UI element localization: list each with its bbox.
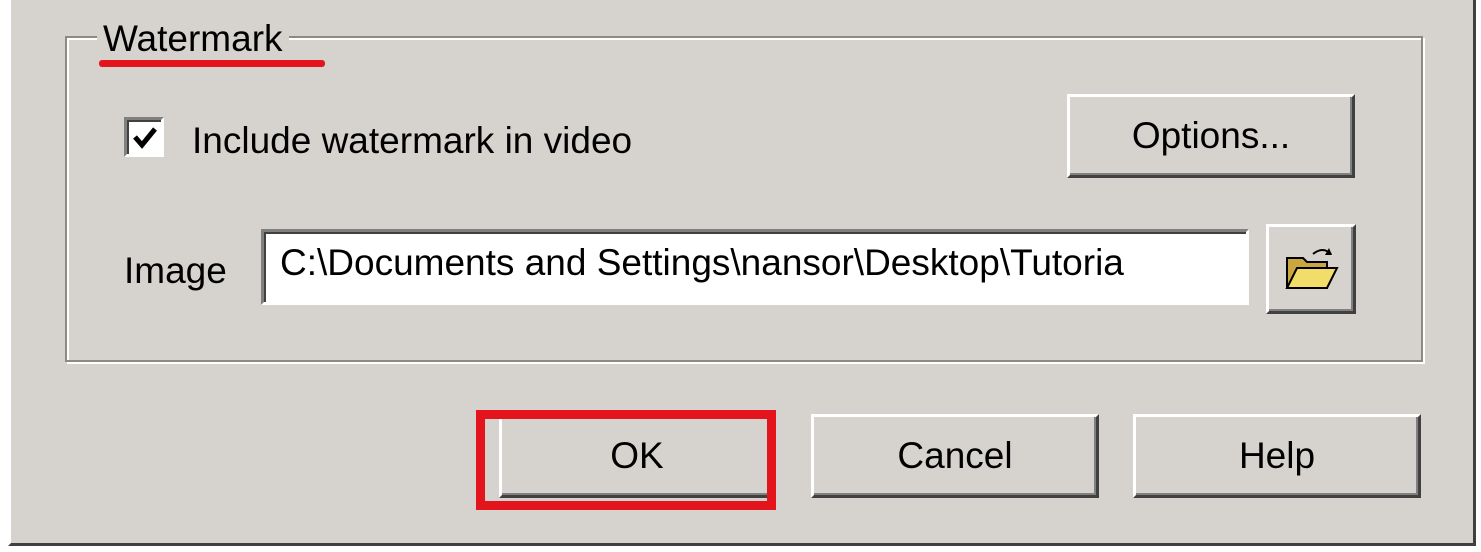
watermark-groupbox [65, 36, 1423, 362]
folder-open-icon [1285, 248, 1339, 289]
watermark-group-title: Watermark [97, 18, 289, 60]
browse-button[interactable] [1266, 224, 1356, 314]
image-path-input[interactable]: C:\Documents and Settings\nansor\Desktop… [261, 229, 1249, 305]
options-button[interactable]: Options... [1067, 94, 1355, 178]
checkmark-icon [133, 127, 157, 149]
include-watermark-checkbox[interactable] [124, 117, 164, 157]
help-button[interactable]: Help [1133, 414, 1421, 498]
include-watermark-label[interactable]: Include watermark in video [192, 120, 632, 162]
cancel-button[interactable]: Cancel [811, 414, 1099, 498]
ok-button-highlight-box [476, 410, 776, 510]
title-highlight-underline [99, 60, 325, 67]
image-label: Image [124, 250, 227, 291]
